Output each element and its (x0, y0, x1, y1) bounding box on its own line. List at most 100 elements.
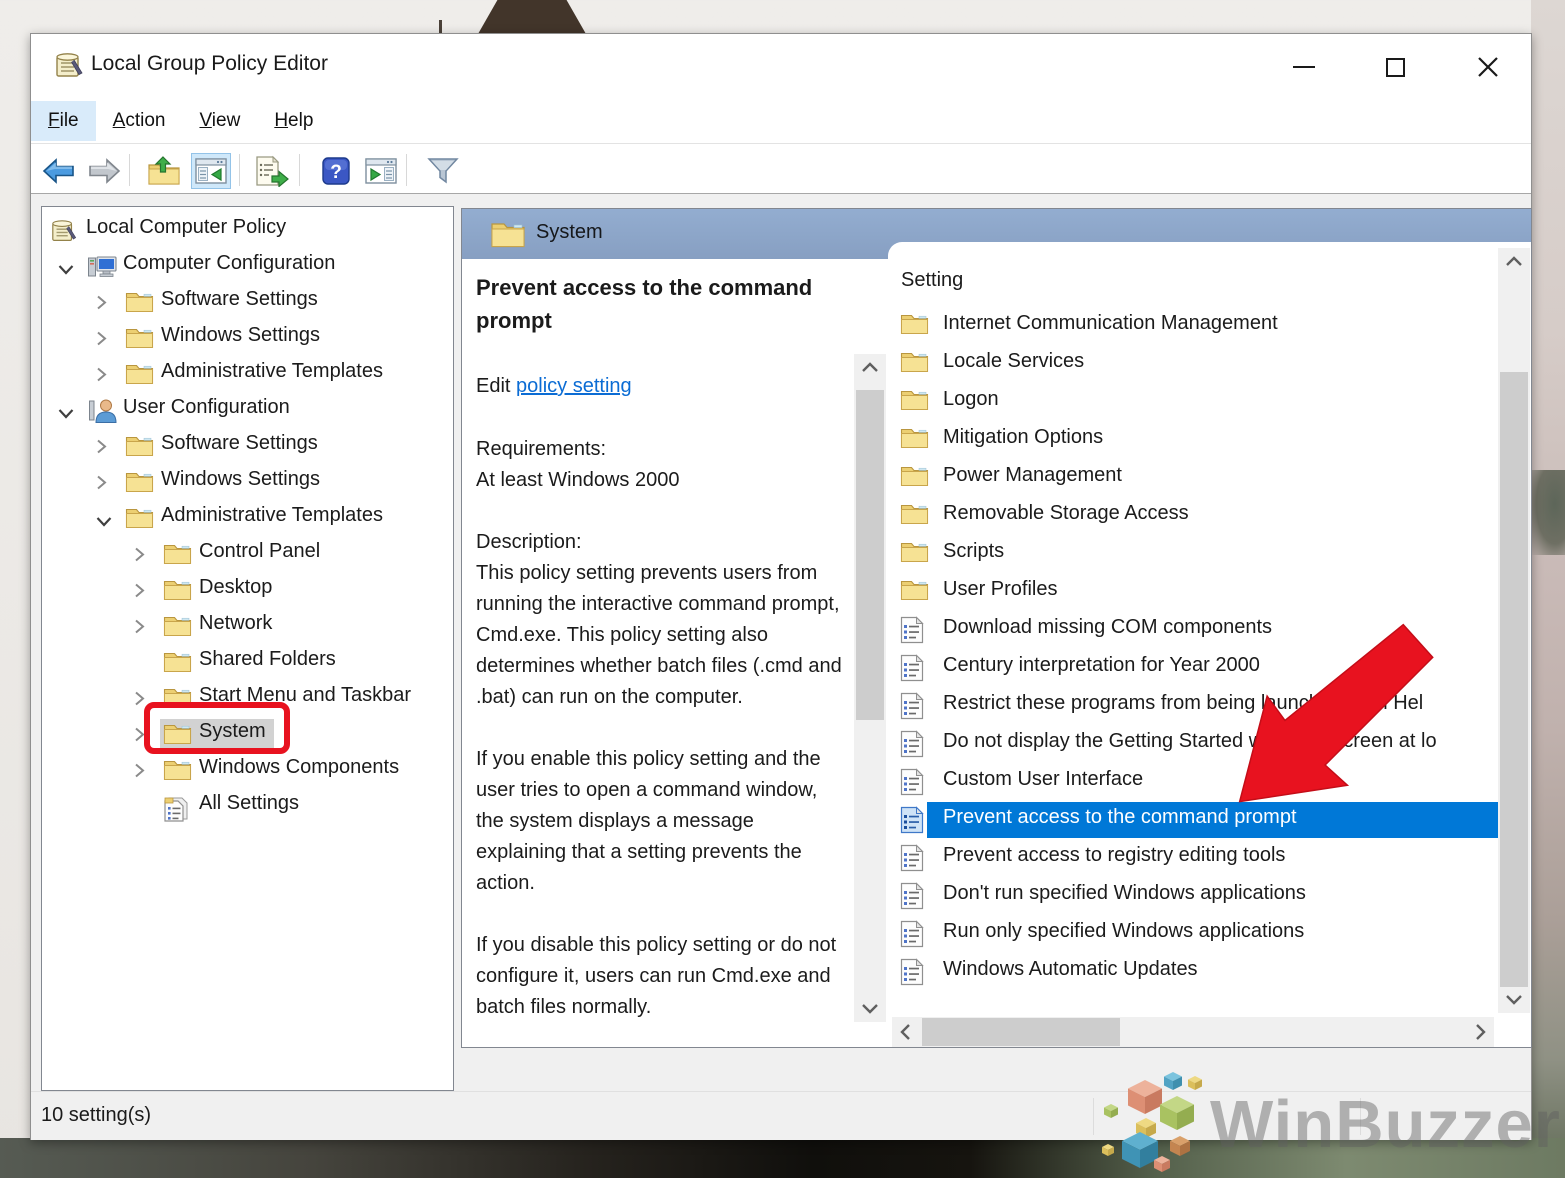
tree-item-user-configuration[interactable]: User Configuration (42, 392, 453, 428)
show-action-pane-button[interactable] (361, 153, 401, 189)
folder-icon (163, 542, 192, 571)
folder-icon (900, 350, 929, 379)
tree-item-software-settings[interactable]: Software Settings (42, 284, 453, 320)
setting-item-do-not-display-the-getting-started-welco[interactable]: Do not display the Getting Started welco… (888, 725, 1532, 763)
chevron-right-icon[interactable] (133, 689, 146, 714)
tree-item-control-panel[interactable]: Control Panel (42, 536, 453, 572)
chevron-right-icon[interactable] (133, 725, 146, 750)
setting-item-don-t-run-specified-windows-applications[interactable]: Don't run specified Windows applications (888, 877, 1532, 915)
menu-file[interactable]: File (31, 101, 96, 141)
edit-policy-setting-link[interactable]: policy setting (516, 375, 632, 397)
description-paragraph: If you enable this policy setting and th… (476, 744, 842, 899)
tree-item-network[interactable]: Network (42, 608, 453, 644)
filter-button[interactable] (423, 153, 463, 189)
tree-item-start-menu-and-taskbar[interactable]: Start Menu and Taskbar (42, 680, 453, 716)
tree-item-shared-folders[interactable]: Shared Folders (42, 644, 453, 680)
scroll-up-icon[interactable] (854, 354, 886, 382)
setting-item-mitigation-options[interactable]: Mitigation Options (888, 421, 1532, 459)
tree-item-windows-components[interactable]: Windows Components (42, 752, 453, 788)
menu-action[interactable]: Action (96, 101, 183, 141)
settings-vertical-scrollbar[interactable] (1498, 248, 1530, 1013)
setting-item-century-interpretation-for-year-2000[interactable]: Century interpretation for Year 2000 (888, 649, 1532, 687)
toolbar-separator (299, 154, 300, 186)
scrollbar-thumb[interactable] (1500, 372, 1528, 987)
folder-icon (900, 312, 929, 341)
setting-item-removable-storage-access[interactable]: Removable Storage Access (888, 497, 1532, 535)
tree-item-label: Control Panel (199, 540, 320, 563)
chevron-right-icon[interactable] (95, 473, 108, 498)
setting-item-scripts[interactable]: Scripts (888, 535, 1532, 573)
show-console-tree-button[interactable] (191, 153, 231, 189)
tree-item-administrative-templates[interactable]: Administrative Templates (42, 356, 453, 392)
setting-item-prevent-access-to-registry-editing-tools[interactable]: Prevent access to registry editing tools (888, 839, 1532, 877)
scroll-down-icon[interactable] (854, 994, 886, 1022)
scroll-left-icon[interactable] (892, 1017, 920, 1047)
chevron-right-icon[interactable] (95, 437, 108, 462)
chevron-right-icon[interactable] (95, 293, 108, 318)
description-label: Description: (476, 527, 834, 558)
description-scrollbar[interactable] (854, 354, 886, 1022)
setting-item-windows-automatic-updates[interactable]: Windows Automatic Updates (888, 953, 1532, 991)
tree-item-computer-configuration[interactable]: Computer Configuration (42, 248, 453, 284)
chevron-right-icon[interactable] (95, 329, 108, 354)
menu-help[interactable]: Help (257, 101, 330, 141)
setting-item-download-missing-com-components[interactable]: Download missing COM components (888, 611, 1532, 649)
export-list-button[interactable] (251, 153, 291, 189)
forward-button[interactable] (84, 153, 124, 189)
setting-item-run-only-specified-windows-applications[interactable]: Run only specified Windows applications (888, 915, 1532, 953)
help-button[interactable]: ? (316, 153, 356, 189)
up-one-level-button[interactable] (144, 153, 184, 189)
requirements-label: Requirements: (476, 434, 834, 465)
chevron-right-icon[interactable] (133, 581, 146, 606)
chevron-down-icon[interactable] (57, 259, 75, 282)
setting-item-label: Century interpretation for Year 2000 (943, 654, 1496, 677)
chevron-right-icon[interactable] (133, 761, 146, 786)
tree-item-desktop[interactable]: Desktop (42, 572, 453, 608)
maximize-button[interactable] (1372, 48, 1418, 86)
setting-item-locale-services[interactable]: Locale Services (888, 345, 1532, 383)
chevron-right-icon[interactable] (95, 365, 108, 390)
tree-item-all-settings[interactable]: All Settings (42, 788, 453, 824)
setting-item-power-management[interactable]: Power Management (888, 459, 1532, 497)
setting-item-restrict-these-programs-from-being-launc[interactable]: Restrict these programs from being launc… (888, 687, 1532, 725)
minimize-button[interactable] (1281, 48, 1327, 86)
folder-icon (163, 650, 192, 679)
folder-icon (490, 220, 526, 253)
policy-icon (900, 882, 924, 916)
desktop: { "colors": { "selection_blue": "#0078d7… (0, 0, 1565, 1178)
scroll-right-icon[interactable] (1466, 1017, 1494, 1047)
scrollbar-thumb[interactable] (922, 1018, 1120, 1046)
scrollbar-thumb[interactable] (856, 390, 884, 720)
requirements-value: At least Windows 2000 (476, 465, 834, 496)
tree-item-windows-settings[interactable]: Windows Settings (42, 464, 453, 500)
chevron-right-icon[interactable] (133, 617, 146, 642)
tree-item-administrative-templates[interactable]: Administrative Templates (42, 500, 453, 536)
folder-icon (163, 758, 192, 787)
close-button[interactable] (1465, 48, 1511, 86)
setting-item-logon[interactable]: Logon (888, 383, 1532, 421)
tree-item-software-settings[interactable]: Software Settings (42, 428, 453, 464)
setting-item-internet-communication-management[interactable]: Internet Communication Management (888, 307, 1532, 345)
setting-item-custom-user-interface[interactable]: Custom User Interface (888, 763, 1532, 801)
chevron-down-icon[interactable] (95, 511, 113, 534)
tree-item-label: Windows Settings (161, 324, 320, 347)
chevron-right-icon[interactable] (133, 545, 146, 570)
folder-icon (125, 506, 154, 535)
tree-item-label: Software Settings (161, 288, 318, 311)
title-bar[interactable]: Local Group Policy Editor (31, 34, 1531, 98)
setting-item-label: Removable Storage Access (943, 502, 1496, 525)
tree-item-local-computer-policy[interactable]: Local Computer Policy (42, 212, 453, 248)
minimize-icon (1293, 66, 1315, 68)
setting-item-prevent-access-to-the-command-prompt[interactable]: Prevent access to the command prompt (888, 801, 1532, 839)
settings-horizontal-scrollbar[interactable] (892, 1017, 1494, 1047)
back-button[interactable] (39, 153, 79, 189)
tree-item-windows-settings[interactable]: Windows Settings (42, 320, 453, 356)
menu-view[interactable]: View (182, 101, 257, 141)
setting-item-user-profiles[interactable]: User Profiles (888, 573, 1532, 611)
chevron-down-icon[interactable] (57, 403, 75, 426)
setting-item-label: User Profiles (943, 578, 1496, 601)
filter-icon (426, 156, 460, 186)
scroll-down-icon[interactable] (1498, 985, 1530, 1013)
scroll-up-icon[interactable] (1498, 248, 1530, 276)
tree-item-system[interactable]: System (42, 716, 453, 752)
